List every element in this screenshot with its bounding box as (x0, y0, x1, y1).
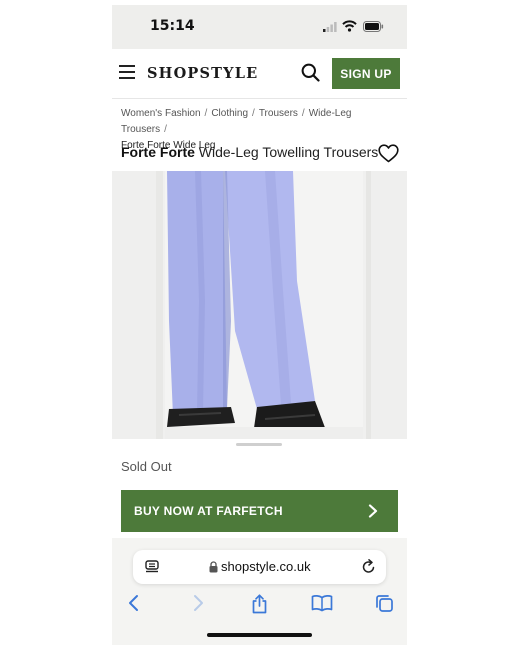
home-indicator (207, 633, 312, 637)
status-time: 15:14 (150, 18, 195, 34)
breadcrumb-separator: / (164, 124, 167, 135)
status-bar: 15:14 (112, 5, 407, 49)
reload-icon[interactable] (362, 559, 376, 574)
availability-status: Sold Out (121, 459, 172, 474)
site-header: SHOPSTYLE SIGN UP (112, 49, 407, 99)
battery-icon (363, 21, 384, 32)
url-text[interactable]: shopstyle.co.uk (221, 559, 311, 574)
reader-icon[interactable] (145, 560, 159, 574)
lock-icon (209, 561, 218, 573)
breadcrumb-separator: / (204, 108, 208, 119)
signal-icon (323, 22, 337, 32)
back-icon[interactable] (127, 594, 141, 612)
sign-up-button[interactable]: SIGN UP (332, 58, 400, 89)
product-name: Wide-Leg Towelling Trousers (198, 144, 379, 160)
trousers-photo (165, 171, 363, 439)
product-title: Forte Forte Wide-Leg Towelling Trousers (121, 144, 378, 160)
next-image-preview[interactable] (366, 171, 407, 439)
menu-icon[interactable] (119, 65, 135, 79)
phone-screen: 15:14 SHOPSTYLE SIGN UP Women's Fashion (112, 5, 407, 645)
product-image[interactable] (165, 171, 363, 439)
heart-icon[interactable] (378, 144, 399, 163)
previous-image-preview[interactable] (112, 171, 163, 439)
product-image-carousel[interactable] (112, 171, 407, 439)
carousel-indicator (236, 443, 282, 446)
breadcrumb-clothing[interactable]: Clothing (211, 108, 248, 119)
breadcrumb-trousers[interactable]: Trousers (259, 108, 298, 119)
wifi-icon (342, 20, 357, 32)
tabs-icon[interactable] (375, 594, 394, 613)
breadcrumb-womens-fashion[interactable]: Women's Fashion (121, 108, 201, 119)
breadcrumb-separator: / (301, 108, 305, 119)
forward-icon[interactable] (191, 594, 205, 612)
product-brand[interactable]: Forte Forte (121, 144, 195, 160)
breadcrumb-separator: / (252, 108, 255, 119)
search-icon[interactable] (301, 63, 320, 82)
shopstyle-logo[interactable]: SHOPSTYLE (147, 65, 258, 82)
chevron-right-icon (368, 504, 378, 518)
share-icon[interactable] (251, 594, 268, 614)
bookmarks-icon[interactable] (311, 594, 333, 612)
buy-now-button[interactable]: BUY NOW AT FARFETCH (121, 490, 398, 532)
